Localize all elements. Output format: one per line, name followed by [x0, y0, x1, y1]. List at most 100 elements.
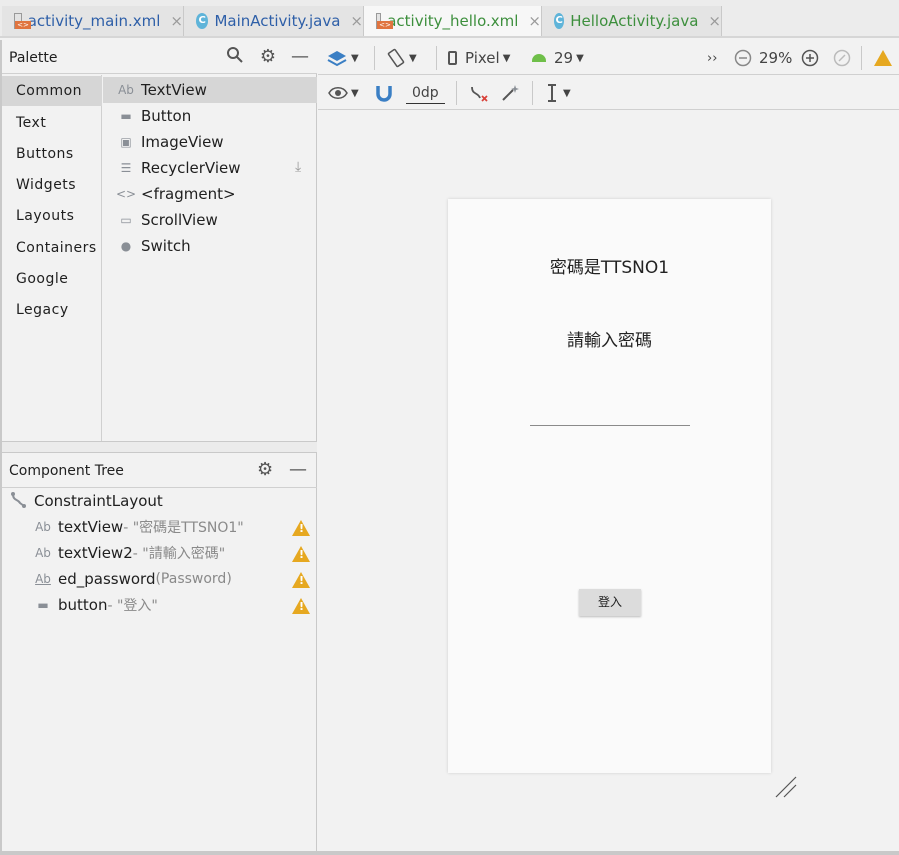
- scrollview-icon: ▭: [120, 213, 132, 227]
- tree-node-textview[interactable]: Ab textView - "密碼是TTSNO1": [34, 514, 244, 540]
- constraint-layout-icon: [10, 491, 28, 512]
- design-canvas[interactable]: 密碼是TTSNO1 請輸入密碼 登入: [318, 111, 899, 855]
- tree-node-id: textView2: [58, 544, 133, 562]
- list-icon: ☰: [120, 161, 132, 175]
- download-icon[interactable]: ⤓: [295, 159, 301, 175]
- warning-icon[interactable]: [292, 520, 310, 536]
- category-text[interactable]: Text: [2, 108, 102, 138]
- tab-label: HelloActivity.java: [570, 12, 699, 30]
- gear-icon[interactable]: ⚙: [257, 46, 279, 68]
- palette-item-textview[interactable]: Ab TextView: [103, 77, 317, 103]
- palette-header: Palette ⚙ —: [2, 40, 317, 74]
- category-containers[interactable]: Containers: [2, 233, 102, 263]
- close-icon[interactable]: ×: [708, 12, 721, 30]
- design-toolbar-top: ▼ ▼ Pixel ▼ 29 ▼ ›› 29%: [318, 40, 899, 75]
- overflow-icon[interactable]: ››: [707, 47, 717, 69]
- layers-icon[interactable]: ▼: [326, 47, 359, 69]
- close-icon[interactable]: ×: [350, 12, 363, 30]
- left-panel: Palette ⚙ — Common Text Buttons Widgets …: [0, 40, 317, 855]
- tab-label: MainActivity.java: [214, 12, 341, 30]
- device-preview[interactable]: 密碼是TTSNO1 請輸入密碼 登入: [448, 199, 771, 773]
- infer-constraints-icon[interactable]: [500, 82, 520, 104]
- zoom-in-icon[interactable]: [801, 47, 819, 69]
- panel-splitter[interactable]: [2, 441, 317, 453]
- palette-item-fragment[interactable]: <> <fragment>: [103, 181, 317, 207]
- toolbar-separator: [861, 46, 862, 70]
- tree-node-root[interactable]: ConstraintLayout: [10, 488, 163, 514]
- search-icon[interactable]: [224, 46, 246, 68]
- resize-handle-icon[interactable]: [775, 776, 797, 798]
- palette-item-switch[interactable]: ● Switch: [103, 233, 317, 259]
- eye-icon[interactable]: ▼: [328, 82, 359, 104]
- palette-item-recyclerview[interactable]: ☰ RecyclerView ⤓: [103, 155, 317, 181]
- image-icon: ▣: [120, 135, 132, 149]
- warning-icon[interactable]: [292, 546, 310, 562]
- tab-activity-main-xml[interactable]: activity_main.xml ×: [2, 6, 184, 36]
- palette-item-scrollview[interactable]: ▭ ScrollView: [103, 207, 317, 233]
- xml-file-icon: [376, 13, 394, 29]
- component-tree-header: Component Tree ⚙ —: [2, 453, 317, 488]
- tree-node-button[interactable]: ▬ button - "登入": [34, 592, 158, 618]
- orientation-icon[interactable]: ▼: [386, 47, 417, 69]
- zoom-out-icon[interactable]: [734, 47, 752, 69]
- tree-node-id: textView: [58, 518, 124, 536]
- design-editor: ▼ ▼ Pixel ▼ 29 ▼ ›› 29% ▼ 0dp ▼ 密碼是TTSNO…: [318, 40, 899, 855]
- tree-node-ed-password[interactable]: Ab ed_password (Password): [34, 566, 232, 592]
- category-google[interactable]: Google: [2, 264, 102, 294]
- tab-mainactivity-java[interactable]: C MainActivity.java ×: [184, 6, 364, 36]
- tree-node-detail: - "登入": [107, 598, 158, 614]
- toolbar-separator: [456, 81, 457, 105]
- item-label: Switch: [141, 237, 191, 255]
- warning-icon[interactable]: [292, 598, 310, 614]
- close-icon[interactable]: ×: [528, 12, 541, 30]
- minimize-icon[interactable]: —: [289, 46, 311, 68]
- android-studio-layout-editor: activity_main.xml × C MainActivity.java …: [0, 0, 899, 855]
- category-buttons[interactable]: Buttons: [2, 139, 102, 169]
- align-icon[interactable]: ▼: [544, 82, 571, 104]
- android-icon: [532, 54, 546, 62]
- item-label: <fragment>: [141, 185, 236, 203]
- device-selector[interactable]: Pixel ▼: [448, 47, 510, 69]
- design-toolbar-bottom: ▼ 0dp ▼: [318, 75, 899, 110]
- category-layouts[interactable]: Layouts: [2, 201, 102, 231]
- zoom-to-fit-icon[interactable]: [833, 47, 851, 69]
- tab-helloactivity-java[interactable]: C HelloActivity.java ×: [542, 6, 722, 36]
- tab-label: activity_main.xml: [27, 12, 161, 30]
- gear-icon[interactable]: ⚙: [257, 459, 273, 480]
- warning-icon[interactable]: [874, 47, 892, 69]
- clear-constraints-icon[interactable]: [468, 82, 488, 104]
- preview-password-field[interactable]: [530, 425, 690, 426]
- item-label: RecyclerView: [141, 159, 241, 177]
- preview-textview2[interactable]: 請輸入密碼: [448, 326, 771, 351]
- api-selector[interactable]: 29 ▼: [532, 47, 584, 69]
- warning-icon[interactable]: [292, 572, 310, 588]
- tree-node-id: ed_password: [58, 570, 156, 588]
- item-label: Button: [141, 107, 192, 125]
- close-icon[interactable]: ×: [170, 12, 183, 30]
- palette-title: Palette: [9, 50, 58, 66]
- tab-activity-hello-xml[interactable]: activity_hello.xml ×: [364, 6, 542, 36]
- palette-item-button[interactable]: ▬ Button: [103, 103, 317, 129]
- category-common[interactable]: Common: [2, 76, 102, 106]
- category-legacy[interactable]: Legacy: [2, 295, 102, 325]
- textview-icon: Ab: [35, 520, 51, 534]
- editor-tab-bar: activity_main.xml × C MainActivity.java …: [0, 0, 899, 38]
- textview-icon: Ab: [118, 83, 134, 97]
- category-widgets[interactable]: Widgets: [2, 170, 102, 200]
- palette-item-imageview[interactable]: ▣ ImageView: [103, 129, 317, 155]
- api-label: 29: [554, 49, 574, 67]
- class-file-icon: C: [196, 13, 209, 29]
- item-label: ImageView: [141, 133, 224, 151]
- default-margin[interactable]: 0dp: [406, 82, 445, 104]
- minimize-icon[interactable]: —: [289, 459, 307, 480]
- textview-icon: Ab: [35, 546, 51, 560]
- toolbar-separator: [436, 46, 437, 70]
- preview-login-button[interactable]: 登入: [579, 589, 641, 616]
- device-label: Pixel: [465, 49, 500, 67]
- magnet-icon[interactable]: [374, 82, 394, 104]
- preview-textview[interactable]: 密碼是TTSNO1: [448, 253, 771, 278]
- tree-node-textview2[interactable]: Ab textView2 - "請輸入密碼": [34, 540, 225, 566]
- tree-node-detail: - "密碼是TTSNO1": [123, 520, 244, 536]
- tree-node-label: ConstraintLayout: [34, 492, 163, 510]
- tab-label: activity_hello.xml: [387, 12, 519, 30]
